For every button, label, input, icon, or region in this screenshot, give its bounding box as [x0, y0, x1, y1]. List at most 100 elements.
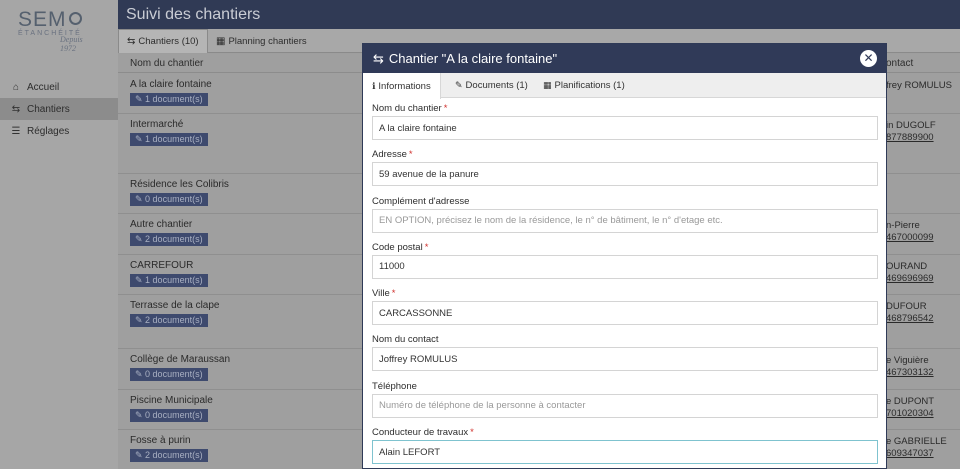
sidebar-item-label: Réglages [27, 125, 70, 137]
adresse-input[interactable] [372, 162, 878, 187]
info-icon: ℹ [372, 80, 376, 91]
tab-label: Informations [378, 80, 431, 92]
modal-tabs: ℹ Informations ✎ Documents (1) ▦ Planifi… [363, 73, 886, 99]
documents-badge[interactable]: ✎ 0 document(s) [130, 409, 208, 422]
modal-title: Chantier "A la claire fontaine" [388, 51, 558, 66]
signpost-icon: ⇆ [127, 36, 136, 47]
row-name: Autre chantier [130, 219, 193, 230]
row-name: Terrasse de la clape [130, 300, 220, 311]
conducteur-travaux-input[interactable] [372, 440, 878, 465]
code-postal-input[interactable] [372, 254, 878, 279]
chantier-form: Nom du chantier* Adresse* Complément d'a… [363, 98, 886, 468]
drop-icon [68, 12, 82, 25]
phone-link[interactable]: 469696969 [886, 273, 934, 284]
calendar-icon: ▦ [543, 80, 552, 90]
field-label: Adresse [372, 149, 407, 161]
phone-link[interactable]: 468796542 [886, 313, 934, 324]
sidebar: SEM ÉTANCHÉITÉ Depuis 1972 ⌂ Accueil ⇆ C… [0, 0, 118, 469]
column-header-contact: ontact [886, 58, 914, 69]
phone-link[interactable]: 609347037 [886, 448, 934, 459]
logo-signature: Depuis 1972 [60, 35, 83, 53]
phone-link[interactable]: 467000099 [886, 232, 934, 243]
column-header-name: Nom du chantier [130, 58, 204, 69]
field-code-postal: Code postal * [372, 237, 878, 283]
documents-badge[interactable]: ✎ 2 document(s) [130, 314, 208, 327]
required-mark: * [424, 241, 429, 253]
field-label: Ville [372, 288, 390, 300]
logo-text: SEM [18, 8, 67, 31]
row-name: Collège de Maraussan [130, 354, 231, 365]
required-mark: * [408, 149, 413, 161]
modal-header: ⇆ Chantier "A la claire fontaine" ✕ [363, 44, 886, 73]
tab-informations[interactable]: ℹ Informations [363, 73, 441, 99]
complement-adresse-input[interactable] [372, 208, 878, 233]
chantier-modal: ⇆ Chantier "A la claire fontaine" ✕ ℹ In… [362, 43, 887, 469]
row-contact: e DUPONT 701020304 [886, 396, 935, 419]
tab-label: Planning chantiers [228, 35, 307, 47]
tab-label: Chantiers (10) [138, 36, 199, 47]
row-name: A la claire fontaine [130, 79, 212, 90]
row-contact: in DUGOLF 877889900 [886, 120, 936, 143]
phone-link[interactable]: 467303132 [886, 367, 934, 378]
tab-planifications[interactable]: ▦ Planifications (1) [534, 73, 634, 98]
field-label: Complément d'adresse [372, 195, 470, 207]
tab-planning[interactable]: ▦ Planning chantiers [208, 29, 315, 53]
row-contact: e Viguière 467303132 [886, 355, 934, 378]
documents-badge[interactable]: ✎ 1 document(s) [130, 274, 208, 287]
field-nom-contact: Nom du contact [372, 329, 878, 375]
row-name: Fosse à purin [130, 435, 191, 446]
tab-documents[interactable]: ✎ Documents (1) [446, 73, 537, 98]
home-icon: ⌂ [12, 81, 20, 93]
documents-badge[interactable]: ✎ 0 document(s) [130, 193, 208, 206]
sidebar-item-label: Chantiers [27, 103, 70, 115]
row-name: Piscine Municipale [130, 395, 213, 406]
documents-badge[interactable]: ✎ 2 document(s) [130, 233, 208, 246]
sidebar-item-reglages[interactable]: ☰ Réglages [0, 120, 118, 142]
paperclip-icon: ✎ [455, 80, 463, 90]
documents-badge[interactable]: ✎ 2 document(s) [130, 449, 208, 462]
nom-contact-input[interactable] [372, 347, 878, 372]
field-label: Conducteur de travaux [372, 427, 469, 439]
documents-badge[interactable]: ✎ 1 document(s) [130, 93, 208, 106]
required-mark: * [443, 103, 448, 114]
sidebar-item-label: Accueil [27, 81, 60, 93]
sliders-icon: ☰ [11, 125, 21, 137]
field-ville: Ville * [372, 283, 878, 329]
phone-link[interactable]: 701020304 [886, 408, 934, 419]
field-nom-chantier: Nom du chantier * [372, 98, 878, 144]
close-button[interactable]: ✕ [860, 50, 877, 67]
sidebar-item-chantiers[interactable]: ⇆ Chantiers [0, 98, 118, 120]
nom-chantier-input[interactable] [372, 116, 878, 140]
tab-label: Planifications (1) [554, 80, 625, 91]
tab-label: Documents (1) [465, 80, 528, 91]
row-contact: e GABRIELLE 609347037 [886, 436, 947, 459]
close-icon: ✕ [863, 51, 874, 65]
field-telephone: Téléphone [372, 376, 878, 422]
row-name: CARREFOUR [130, 260, 194, 271]
field-conducteur-travaux: Conducteur de travaux * [372, 422, 878, 468]
telephone-input[interactable] [372, 393, 878, 418]
row-contact: n-Pierre 467000099 [886, 220, 934, 243]
field-complement-adresse: Complément d'adresse [372, 191, 878, 237]
signpost-icon: ⇆ [11, 103, 21, 115]
row-name: Intermarché [130, 119, 184, 130]
field-label: Code postal [372, 241, 423, 253]
row-contact: OURAND 469696969 [886, 261, 934, 284]
required-mark: * [391, 288, 396, 300]
tab-chantiers[interactable]: ⇆ Chantiers (10) [118, 29, 208, 53]
signpost-icon: ⇆ [373, 50, 384, 66]
field-label: Nom du contact [372, 334, 439, 346]
row-name: Résidence les Colibris [130, 179, 229, 190]
ville-input[interactable] [372, 301, 878, 326]
sidebar-item-accueil[interactable]: ⌂ Accueil [0, 76, 118, 98]
field-adresse: Adresse * [372, 144, 878, 190]
documents-badge[interactable]: ✎ 0 document(s) [130, 368, 208, 381]
sidebar-nav: ⌂ Accueil ⇆ Chantiers ☰ Réglages [0, 76, 118, 142]
field-label: Téléphone [372, 380, 417, 392]
documents-badge[interactable]: ✎ 1 document(s) [130, 133, 208, 146]
page-title: Suivi des chantiers [118, 0, 960, 29]
logo: SEM ÉTANCHÉITÉ Depuis 1972 [18, 8, 100, 54]
required-mark: * [470, 427, 474, 439]
phone-link[interactable]: 877889900 [886, 132, 934, 143]
row-contact: DUFOUR 468796542 [886, 301, 934, 324]
